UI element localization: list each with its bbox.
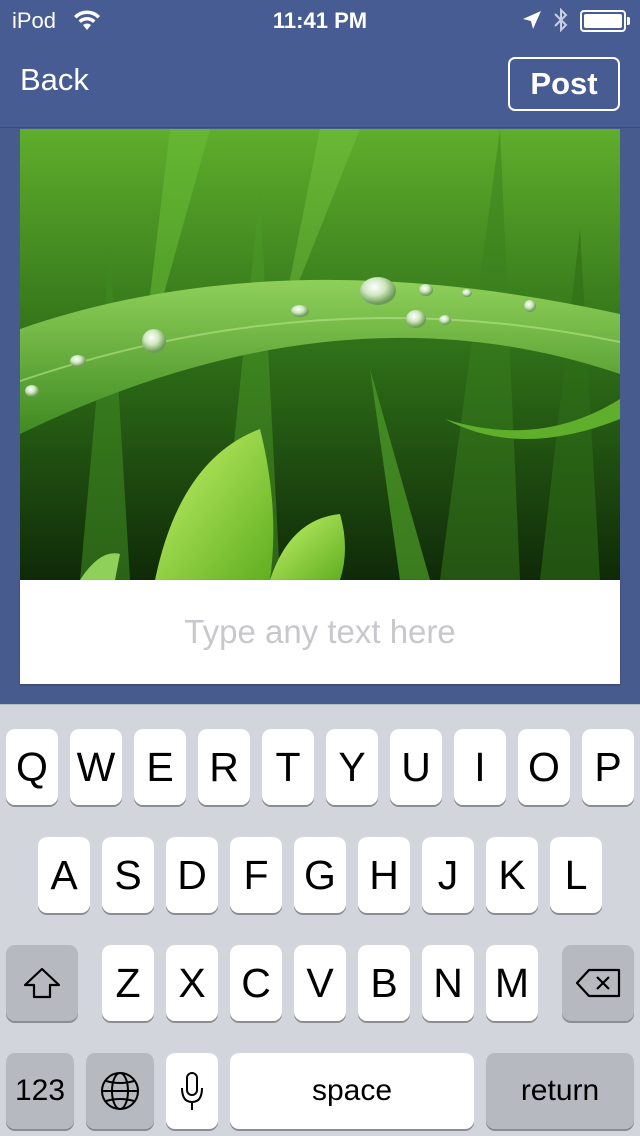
globe-key[interactable] [86, 1053, 154, 1129]
bluetooth-icon [554, 7, 568, 33]
microphone-icon [181, 1072, 203, 1110]
navigation-bar: iPod 11:41 PM Back Post [0, 0, 640, 128]
globe-icon [101, 1072, 139, 1110]
key-c[interactable]: C [230, 945, 282, 1021]
key-r[interactable]: R [198, 729, 250, 805]
key-a[interactable]: A [38, 837, 90, 913]
backspace-icon [575, 968, 621, 998]
key-h[interactable]: H [358, 837, 410, 913]
key-w[interactable]: W [70, 729, 122, 805]
key-l[interactable]: L [550, 837, 602, 913]
caption-input[interactable] [20, 580, 620, 684]
key-b[interactable]: B [358, 945, 410, 1021]
key-k[interactable]: K [486, 837, 538, 913]
key-z[interactable]: Z [102, 945, 154, 1021]
key-f[interactable]: F [230, 837, 282, 913]
key-g[interactable]: G [294, 837, 346, 913]
return-key[interactable]: return [486, 1053, 634, 1129]
key-j[interactable]: J [422, 837, 474, 913]
key-m[interactable]: M [486, 945, 538, 1021]
key-e[interactable]: E [134, 729, 186, 805]
key-u[interactable]: U [390, 729, 442, 805]
key-x[interactable]: X [166, 945, 218, 1021]
key-t[interactable]: T [262, 729, 314, 805]
key-d[interactable]: D [166, 837, 218, 913]
key-n[interactable]: N [422, 945, 474, 1021]
battery-icon [580, 10, 630, 32]
numbers-key[interactable]: 123 [6, 1053, 74, 1129]
shift-icon [23, 967, 61, 999]
key-i[interactable]: I [454, 729, 506, 805]
on-screen-keyboard: Q W E R T Y U I O P A S D F G H J K L Z … [0, 704, 640, 1136]
space-key[interactable]: space [230, 1053, 474, 1129]
key-o[interactable]: O [518, 729, 570, 805]
grass-photo-image [20, 129, 620, 580]
key-q[interactable]: Q [6, 729, 58, 805]
status-bar: iPod 11:41 PM [0, 0, 640, 40]
attached-photo [20, 129, 620, 580]
key-s[interactable]: S [102, 837, 154, 913]
caption-field-container [20, 580, 620, 684]
dictation-key[interactable] [166, 1053, 218, 1129]
key-p[interactable]: P [582, 729, 634, 805]
post-button[interactable]: Post [508, 57, 620, 111]
key-y[interactable]: Y [326, 729, 378, 805]
shift-key[interactable] [6, 945, 78, 1021]
key-v[interactable]: V [294, 945, 346, 1021]
location-arrow-icon [523, 11, 541, 29]
delete-key[interactable] [562, 945, 634, 1021]
clock: 11:41 PM [272, 8, 368, 33]
back-button[interactable]: Back [20, 62, 89, 98]
